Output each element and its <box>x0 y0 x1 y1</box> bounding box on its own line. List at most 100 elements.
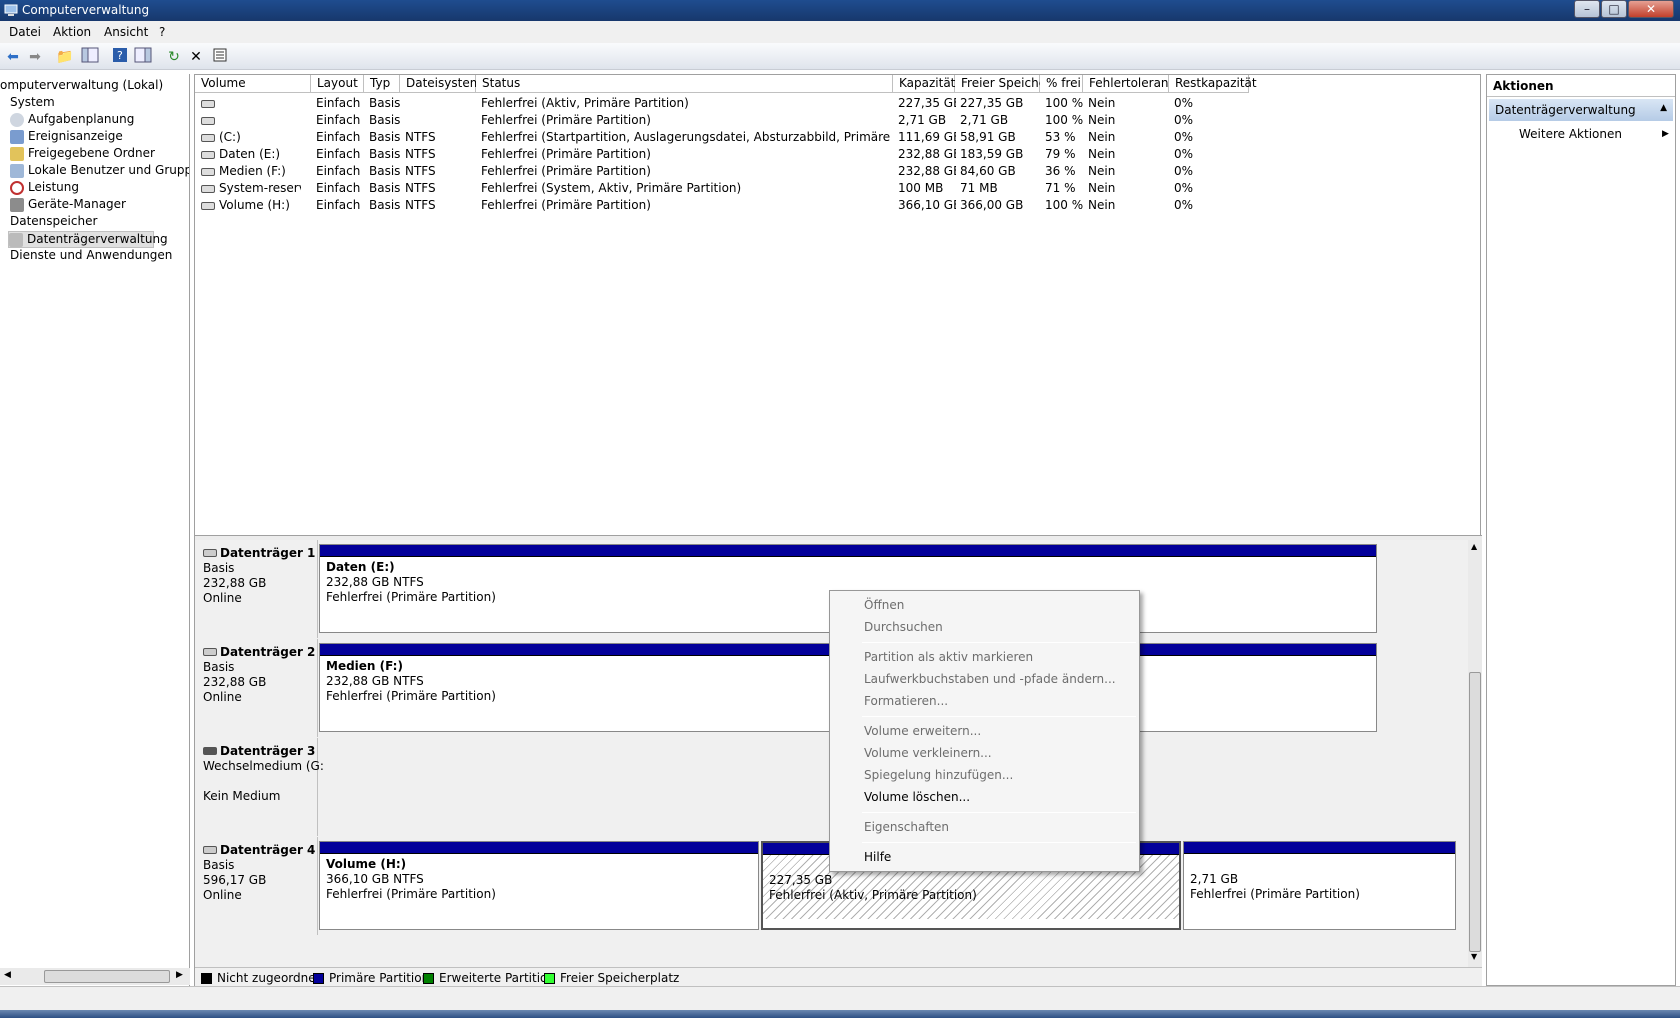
minimize-button[interactable]: – <box>1574 0 1600 18</box>
table-cell <box>201 95 301 112</box>
primary-partition-bar <box>320 842 758 854</box>
scroll-right-icon[interactable]: ▶ <box>176 970 183 980</box>
table-cell: System-reserviert <box>201 180 301 197</box>
table-cell: 227,35 GB <box>960 96 1024 110</box>
menu-separator <box>862 716 1136 717</box>
col-freier-speicher[interactable]: Freier Speicher <box>955 75 1051 93</box>
table-cell: 0% <box>1174 96 1194 110</box>
disk-view-vertical-scrollbar[interactable]: ▲ ▼ <box>1468 540 1482 985</box>
navigation-tree: omputerverwaltung (Lokal) System Aufgabe… <box>0 74 190 986</box>
toolbar: ⬅ ➡ 📁 ? ↻ ✕ <box>0 43 1680 70</box>
menu-aktion[interactable]: Aktion <box>53 25 91 39</box>
menu-item-eigenschaften[interactable]: Eigenschaften <box>864 817 949 837</box>
scroll-up-icon[interactable]: ▲ <box>1471 542 1477 551</box>
table-cell: Nein <box>1088 96 1116 110</box>
actions-section-datentraegerverwaltung[interactable]: Datenträgerverwaltung ▲ <box>1489 99 1673 121</box>
table-cell: Nein <box>1088 147 1116 161</box>
table-cell: 366,10 GB <box>898 198 956 212</box>
table-cell: Basis <box>369 147 401 161</box>
tree-horizontal-scrollbar[interactable]: ◀ ▶ <box>0 968 190 985</box>
back-icon[interactable]: ⬅ <box>3 47 23 67</box>
tree-item-leistung[interactable]: Leistung <box>10 180 79 197</box>
table-cell: Volume (H:) <box>201 197 301 214</box>
table-cell: 100 % <box>1045 113 1084 127</box>
forward-icon[interactable]: ➡ <box>25 47 45 67</box>
partition-2-71gb[interactable]: 2,71 GB Fehlerfrei (Primäre Partition) <box>1183 841 1456 930</box>
submenu-arrow-icon[interactable]: ▶ <box>1662 129 1669 139</box>
menu-item-volume-loeschen[interactable]: Volume löschen... <box>864 787 970 807</box>
menu-datei[interactable]: Datei <box>9 25 41 39</box>
tree-item-aufgabenplanung[interactable]: Aufgabenplanung <box>10 112 134 129</box>
col-status[interactable]: Status <box>476 75 893 93</box>
col-fehlertoleranz[interactable]: Fehlertoleranz <box>1083 75 1175 93</box>
menu-item-formatieren[interactable]: Formatieren... <box>864 691 948 711</box>
menu-item-volume-verkleinern[interactable]: Volume verkleinern... <box>864 743 992 763</box>
menu-ansicht[interactable]: Ansicht <box>104 25 148 39</box>
tree-item-datentraegerverwaltung[interactable]: Datenträgerverwaltung <box>8 231 168 248</box>
table-cell: Fehlerfrei (Startpartition, Auslagerungs… <box>481 130 893 144</box>
refresh-icon[interactable]: ↻ <box>164 47 184 67</box>
menu-separator <box>862 812 1136 813</box>
table-cell: Basis <box>369 181 401 195</box>
delete-icon[interactable]: ✕ <box>186 47 206 67</box>
users-icon <box>10 163 24 178</box>
help-icon[interactable]: ? <box>110 47 130 67</box>
menu-item-laufwerkbuchstaben[interactable]: Laufwerkbuchstaben und -pfade ändern... <box>864 669 1116 689</box>
table-cell: Einfach <box>316 164 361 178</box>
col-dateisystem[interactable]: Dateisystem <box>400 75 481 93</box>
disk-1-label[interactable]: Datenträger 1 Basis 232,88 GB Online <box>195 540 318 638</box>
tree-root[interactable]: omputerverwaltung (Lokal) <box>0 78 163 95</box>
table-cell: 366,00 GB <box>960 198 1024 212</box>
partition-volume-h[interactable]: Volume (H:) 366,10 GB NTFS Fehlerfrei (P… <box>319 841 759 930</box>
menu-item-partition-aktiv[interactable]: Partition als aktiv markieren <box>864 647 1033 667</box>
menu-help[interactable]: ? <box>159 25 165 39</box>
tree-item-system[interactable]: System <box>10 95 55 112</box>
weitere-aktionen-link[interactable]: Weitere Aktionen <box>1519 127 1622 141</box>
col-typ[interactable]: Typ <box>364 75 400 93</box>
actions-header: Aktionen <box>1487 75 1675 97</box>
tree-item-lokale-benutzer[interactable]: Lokale Benutzer und Gruppen <box>10 163 189 180</box>
menu-item-oeffnen[interactable]: Öffnen <box>864 595 904 615</box>
table-cell: 79 % <box>1045 147 1076 161</box>
tree-item-dienste[interactable]: Dienste und Anwendungen <box>10 248 172 265</box>
tree-item-freigegebene-ordner[interactable]: Freigegebene Ordner <box>10 146 155 163</box>
properties-icon[interactable] <box>210 47 230 67</box>
table-cell: Nein <box>1088 164 1116 178</box>
scrollbar-thumb[interactable] <box>1469 672 1481 952</box>
collapse-icon[interactable]: ▲ <box>1660 103 1667 113</box>
up-folder-icon[interactable]: 📁 <box>55 47 75 67</box>
disk-2-label[interactable]: Datenträger 2 Basis 232,88 GB Online <box>195 639 318 737</box>
taskbar <box>0 1010 1680 1018</box>
show-hide-tree-icon[interactable] <box>80 47 100 67</box>
maximize-button[interactable]: □ <box>1601 0 1627 18</box>
table-cell: (C:) <box>201 129 301 146</box>
menu-item-spiegelung[interactable]: Spiegelung hinzufügen... <box>864 765 1013 785</box>
tree-item-geraete-manager[interactable]: Geräte-Manager <box>10 197 126 214</box>
menu-item-durchsuchen[interactable]: Durchsuchen <box>864 617 943 637</box>
table-cell: NTFS <box>405 147 436 161</box>
scrollbar-thumb[interactable] <box>44 970 170 983</box>
show-hide-action-pane-icon[interactable] <box>133 47 153 67</box>
col-volume[interactable]: Volume <box>195 75 311 93</box>
close-button[interactable]: ✕ <box>1628 0 1674 18</box>
legend-unallocated: Nicht zugeordnet <box>201 971 320 985</box>
col-prozent-frei[interactable]: % frei <box>1040 75 1083 93</box>
disk-3-label[interactable]: Datenträger 3 Wechselmedium (G: Kein Med… <box>195 738 324 836</box>
scroll-left-icon[interactable]: ◀ <box>4 970 11 980</box>
table-cell: 2,71 GB <box>960 113 1009 127</box>
tree-item-ereignisanzeige[interactable]: Ereignisanzeige <box>10 129 123 146</box>
menu-item-hilfe[interactable]: Hilfe <box>864 847 891 867</box>
drive-icon <box>201 133 215 142</box>
scroll-down-icon[interactable]: ▼ <box>1471 952 1477 961</box>
tree-item-datenspeicher[interactable]: Datenspeicher <box>10 214 97 231</box>
drive-icon <box>201 167 215 176</box>
col-layout[interactable]: Layout <box>311 75 364 93</box>
menu-item-volume-erweitern[interactable]: Volume erweitern... <box>864 721 981 741</box>
table-cell: 58,91 GB <box>960 130 1016 144</box>
menu-bar: Datei Aktion Ansicht ? <box>0 21 1680 43</box>
table-cell: Nein <box>1088 130 1116 144</box>
disk-4-label[interactable]: Datenträger 4 Basis 596,17 GB Online <box>195 837 318 935</box>
col-kapazitaet[interactable]: Kapazität <box>893 75 955 93</box>
col-restkapazitaet[interactable]: Restkapazität <box>1169 75 1257 93</box>
disk-icon <box>203 648 217 656</box>
